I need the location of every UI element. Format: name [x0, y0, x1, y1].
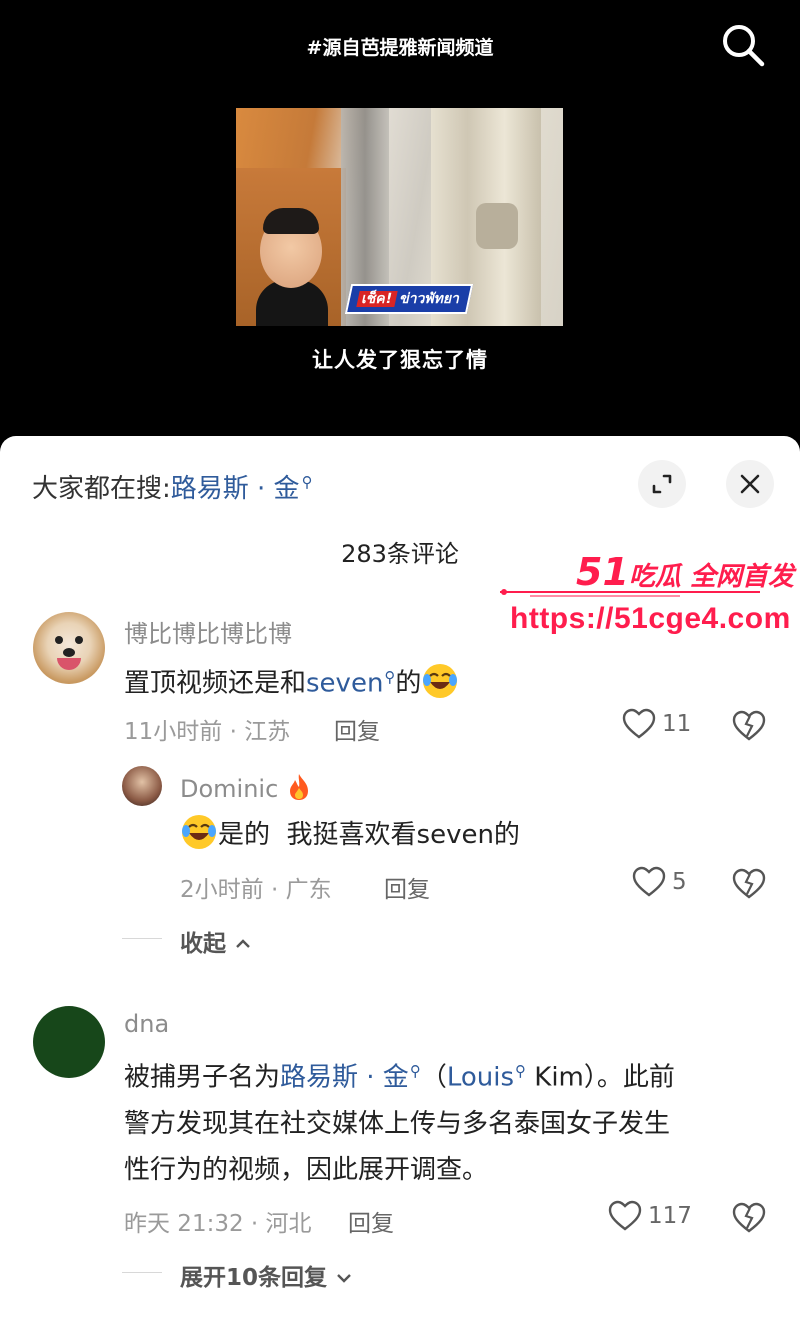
expand-replies-button[interactable]: 展开10条回复 [180, 1258, 353, 1292]
like-count: 11 [662, 711, 692, 737]
comment-time-location: 昨天 21:32 · 河北 [124, 1211, 312, 1237]
heart-icon [632, 866, 666, 897]
like-button[interactable]: 117 [608, 1200, 692, 1232]
reply-button[interactable]: 回复 [334, 712, 380, 746]
divider [122, 1272, 162, 1273]
watermark-url: https://51cge4.com [510, 602, 791, 635]
avatar[interactable] [33, 1006, 105, 1078]
heart-icon [622, 708, 656, 739]
keyword-link[interactable]: seven [306, 669, 383, 699]
reply-button[interactable]: 回复 [384, 870, 430, 904]
video-player[interactable]: #源自芭提雅新闻频道 เช็ค! ข่าวพัทยา 让人发了狠忘了情 [0, 0, 800, 450]
laughing-crying-emoji [423, 663, 458, 698]
search-suggestion[interactable]: 大家都在搜:路易斯 · 金 ⚲ [32, 468, 313, 505]
search-icon[interactable] [718, 20, 768, 70]
like-button[interactable]: 5 [632, 866, 687, 898]
comment-text: 被捕男子名为路易斯 · 金⚲（Louis⚲ Kim）。此前 警方发现其在社交媒体… [124, 1062, 675, 1185]
news-logo-badge: เช็ค! ข่าวพัทยา [344, 284, 474, 314]
comment-time-location: 2小时前 · 广东 [180, 877, 332, 903]
like-count: 117 [648, 1203, 692, 1229]
comment-text: 是的 我挺喜欢看seven的 [180, 812, 520, 858]
comment-sheet: 大家都在搜:路易斯 · 金 ⚲ 283条评论 51吃瓜 全网首发 https://… [0, 436, 800, 1326]
laughing-crying-emoji [182, 815, 216, 849]
watermark-overlay: 51吃瓜 全网首发 https://51cge4.com [500, 546, 795, 646]
close-icon[interactable] [726, 460, 774, 508]
comment-author[interactable]: 博比博比博比博 [124, 614, 292, 649]
video-thumbnail[interactable]: เช็ค! ข่าวพัทยา [236, 108, 563, 326]
search-keyword-link[interactable]: 路易斯 · 金 [171, 474, 300, 504]
chevron-down-icon [337, 1274, 351, 1283]
avatar[interactable] [33, 612, 105, 684]
watermark-title: 51吃瓜 全网首发 [576, 550, 794, 594]
keyword-link[interactable]: Louis [447, 1063, 514, 1093]
fire-icon [289, 774, 308, 800]
video-subtitle: 让人发了狠忘了情 [312, 348, 488, 372]
expand-icon[interactable] [638, 460, 686, 508]
search-small-icon: ⚲ [301, 473, 313, 492]
heart-icon [608, 1200, 642, 1231]
comment-text: 置顶视频还是和seven⚲的 [124, 654, 459, 707]
keyword-link[interactable]: 路易斯 · 金 [280, 1063, 409, 1093]
dislike-icon[interactable] [732, 868, 766, 900]
like-count: 5 [672, 869, 687, 895]
dislike-icon[interactable] [732, 1202, 766, 1234]
comment-author[interactable]: dna [124, 1010, 169, 1038]
channel-hashtag[interactable]: #源自芭提雅新闻频道 [290, 36, 510, 60]
comment-time-location: 11小时前 · 江苏 [124, 719, 291, 745]
reply-button[interactable]: 回复 [348, 1204, 394, 1238]
avatar[interactable] [122, 766, 162, 806]
divider [122, 938, 162, 939]
dislike-icon[interactable] [732, 710, 766, 742]
collapse-replies-button[interactable]: 收起 [180, 924, 252, 958]
comment-author[interactable]: Dominic [180, 772, 312, 803]
chevron-up-icon [236, 939, 250, 948]
like-button[interactable]: 11 [622, 708, 691, 740]
